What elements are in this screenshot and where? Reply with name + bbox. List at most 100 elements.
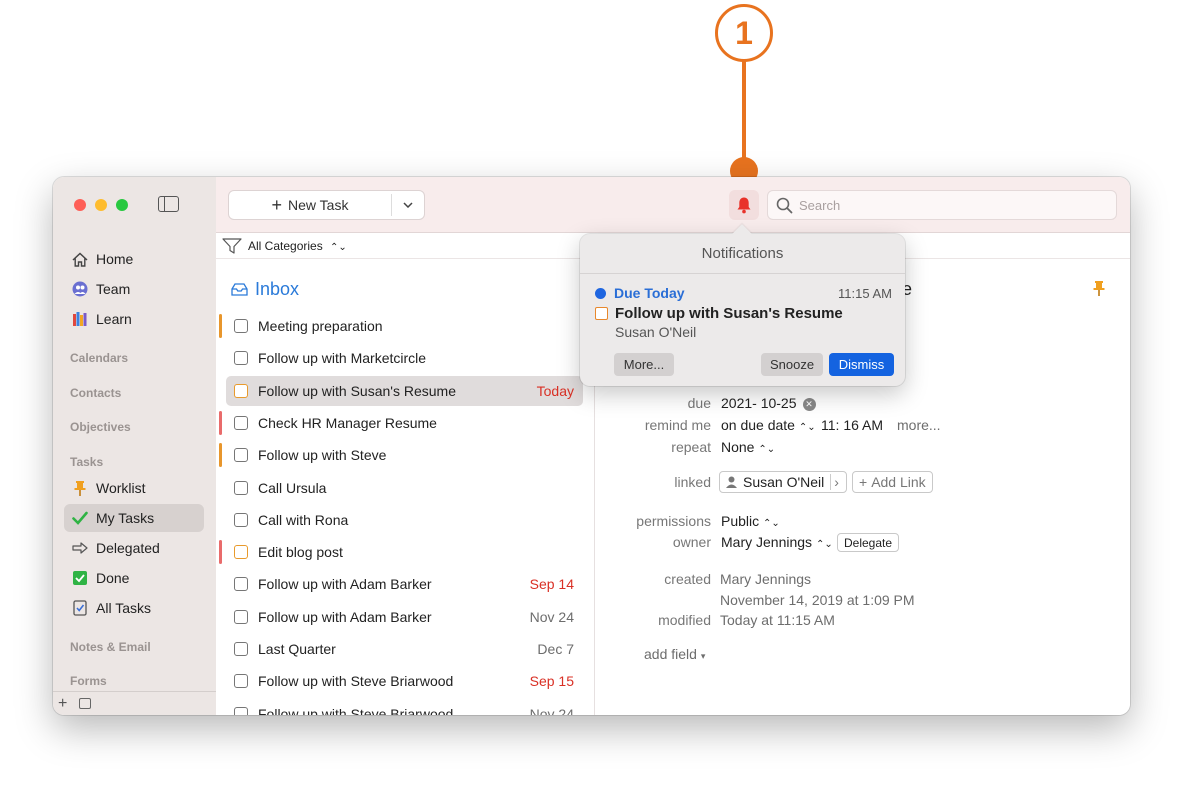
task-row[interactable]: Follow up with Adam Barker Sep 14 bbox=[226, 569, 583, 599]
due-date-field[interactable]: 2021- 10-25 ✕ bbox=[721, 395, 816, 411]
repeat-select[interactable]: None ⌃⌄ bbox=[721, 439, 775, 455]
sidebar-section-tasks[interactable]: Tasks bbox=[70, 455, 103, 469]
task-checkbox[interactable] bbox=[234, 448, 248, 463]
bell-icon bbox=[737, 197, 751, 214]
add-link-button[interactable]: + Add Link bbox=[852, 471, 933, 493]
permissions-label: permissions bbox=[636, 513, 711, 529]
sidebar-item-all-tasks[interactable]: All Tasks bbox=[64, 594, 204, 622]
task-checkbox[interactable] bbox=[234, 480, 248, 495]
task-row[interactable]: Follow up with Susan's Resume Today bbox=[226, 375, 583, 406]
popover-header: Notifications bbox=[580, 234, 905, 274]
sidebar-section-contacts[interactable]: Contacts bbox=[70, 386, 121, 400]
close-window-button[interactable] bbox=[74, 199, 86, 211]
remind-time-field[interactable]: 11: 16 AM bbox=[821, 417, 883, 433]
notification-task-title: Follow up with Susan's Resume bbox=[615, 305, 843, 322]
sidebar-item-label: My Tasks bbox=[96, 510, 155, 526]
pin-icon bbox=[72, 480, 88, 496]
task-title: Follow up with Adam Barker bbox=[258, 576, 432, 593]
sidebar-toggle-icon[interactable] bbox=[158, 196, 179, 212]
add-icon[interactable]: + bbox=[58, 695, 67, 713]
task-checkbox[interactable] bbox=[595, 307, 608, 320]
task-checkbox[interactable] bbox=[234, 383, 248, 398]
sidebar-item-my-tasks[interactable]: My Tasks bbox=[64, 504, 204, 532]
task-row[interactable]: Follow up with Adam Barker Nov 24 bbox=[226, 602, 583, 632]
task-row[interactable]: Call Ursula bbox=[226, 473, 583, 503]
permissions-select[interactable]: Public ⌃⌄ bbox=[721, 513, 780, 529]
sidebar-section-objectives[interactable]: Objectives bbox=[70, 420, 131, 434]
sidebar-item-learn[interactable]: Learn bbox=[64, 305, 204, 333]
task-checkbox[interactable] bbox=[234, 351, 248, 366]
zoom-window-button[interactable] bbox=[116, 199, 128, 211]
due-date-value: 2021- 10-25 bbox=[721, 395, 797, 411]
task-row[interactable]: Follow up with Steve Briarwood Nov 24 bbox=[226, 699, 583, 715]
calendar-icon[interactable] bbox=[79, 698, 92, 709]
sidebar-item-worklist[interactable]: Worklist bbox=[64, 474, 204, 502]
task-checkbox[interactable] bbox=[234, 609, 248, 624]
task-row[interactable]: Meeting preparation bbox=[219, 311, 583, 341]
owner-select[interactable]: Mary Jennings ⌃⌄ bbox=[721, 534, 833, 550]
plus-icon: + bbox=[859, 474, 868, 490]
sidebar-item-team[interactable]: Team bbox=[64, 275, 204, 303]
task-checkbox[interactable] bbox=[234, 674, 248, 689]
sidebar-section-forms[interactable]: Forms bbox=[70, 674, 107, 688]
task-row[interactable]: Follow up with Steve Briarwood Sep 15 bbox=[226, 666, 583, 696]
sidebar-item-home[interactable]: Home bbox=[64, 245, 204, 273]
task-row[interactable]: Check HR Manager Resume bbox=[219, 408, 583, 438]
new-task-button[interactable]: + New Task bbox=[229, 196, 391, 214]
task-title: Call with Rona bbox=[258, 511, 349, 528]
task-row[interactable]: Edit blog post bbox=[219, 537, 583, 567]
task-checkbox[interactable] bbox=[234, 642, 248, 656]
sidebar-section-notes[interactable]: Notes & Email bbox=[70, 640, 151, 654]
task-checkbox[interactable] bbox=[234, 577, 248, 592]
clear-icon[interactable]: ✕ bbox=[802, 397, 816, 411]
notification-contact: Susan O'Neil bbox=[615, 324, 697, 340]
dismiss-button[interactable]: Dismiss bbox=[829, 353, 894, 376]
task-checkbox[interactable] bbox=[234, 319, 248, 333]
notification-task[interactable]: Follow up with Susan's Resume bbox=[595, 305, 843, 322]
task-checkbox[interactable] bbox=[234, 545, 248, 560]
chevron-down-icon bbox=[403, 202, 413, 208]
linked-label: linked bbox=[674, 474, 711, 490]
search-icon bbox=[776, 197, 793, 213]
notification-due: Due Today bbox=[595, 285, 685, 301]
minimize-window-button[interactable] bbox=[95, 199, 107, 211]
task-due-date: Dec 7 bbox=[537, 641, 574, 657]
snooze-button[interactable]: Snooze bbox=[761, 353, 823, 376]
list-title-label: Inbox bbox=[255, 279, 300, 299]
add-field-button[interactable]: add field ▾ bbox=[644, 646, 705, 662]
chevron-right-icon: › bbox=[830, 474, 839, 490]
task-row[interactable]: Last Quarter Dec 7 bbox=[226, 634, 583, 664]
delegate-button[interactable]: Delegate bbox=[837, 533, 900, 552]
modified-label: modified bbox=[658, 612, 711, 628]
sidebar-section-calendars[interactable]: Calendars bbox=[70, 351, 128, 365]
sidebar-item-done[interactable]: Done bbox=[64, 564, 204, 592]
task-due-date: Sep 14 bbox=[529, 576, 574, 593]
stepper-arrows-icon: ⌃⌄ bbox=[815, 539, 833, 550]
notifications-button[interactable] bbox=[729, 190, 759, 220]
team-icon bbox=[72, 281, 88, 297]
remind-more-link[interactable]: more... bbox=[897, 417, 941, 433]
notification-time: 11:15 AM bbox=[838, 286, 892, 301]
task-title: Follow up with Steve bbox=[258, 447, 387, 464]
priority-marker bbox=[219, 540, 222, 565]
remind-select[interactable]: on due date ⌃⌄ bbox=[721, 417, 816, 433]
task-title: Follow up with Adam Barker bbox=[258, 608, 432, 625]
task-title: Follow up with Steve Briarwood bbox=[258, 673, 454, 690]
priority-marker bbox=[219, 443, 222, 468]
task-checkbox[interactable] bbox=[234, 706, 248, 715]
linked-contact-chip[interactable]: Susan O'Neil › bbox=[719, 471, 847, 493]
search-field[interactable]: Search bbox=[767, 190, 1117, 220]
task-row[interactable]: Call with Rona bbox=[226, 505, 583, 535]
permissions-value: Public bbox=[721, 513, 760, 529]
new-task-control: + New Task bbox=[228, 190, 425, 220]
task-row[interactable]: Follow up with Marketcircle bbox=[226, 343, 583, 373]
task-row[interactable]: Follow up with Steve bbox=[219, 440, 583, 470]
category-filter-select[interactable]: All Categories ⌃⌄ bbox=[248, 239, 347, 253]
pin-icon[interactable] bbox=[1093, 280, 1105, 302]
sidebar-item-delegated[interactable]: Delegated bbox=[64, 534, 204, 562]
task-checkbox[interactable] bbox=[234, 415, 248, 430]
more-button[interactable]: More... bbox=[614, 353, 674, 376]
task-checkbox[interactable] bbox=[234, 512, 248, 527]
new-task-label: New Task bbox=[288, 197, 349, 213]
new-task-menu-button[interactable] bbox=[392, 202, 424, 208]
